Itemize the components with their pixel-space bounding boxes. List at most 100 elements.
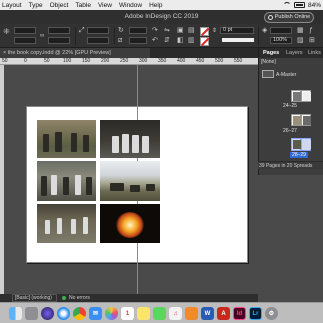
- word-icon[interactable]: W: [201, 307, 214, 320]
- scale-icon: ⤢: [79, 27, 85, 34]
- scale-x-field[interactable]: [87, 27, 109, 34]
- opacity-icon: ◈: [262, 27, 268, 34]
- horizontal-ruler[interactable]: 50 0 50 100 150 200 250 300 350 400 450 …: [0, 58, 258, 65]
- ruler-label: 150: [82, 58, 91, 64]
- siri-icon[interactable]: [41, 307, 54, 320]
- select-content-icon[interactable]: ◧: [177, 37, 184, 45]
- status-bar: [Basic] (working) No errors: [0, 294, 258, 302]
- photo-frame[interactable]: [37, 161, 96, 201]
- fx-icon[interactable]: ƒ: [309, 27, 313, 35]
- books-icon[interactable]: [185, 307, 198, 320]
- page-thumbnail-selected[interactable]: [291, 138, 301, 151]
- menu-table[interactable]: Table: [75, 2, 91, 9]
- mail-icon[interactable]: ✉: [89, 307, 102, 320]
- tab-links[interactable]: Links: [308, 50, 321, 56]
- select-next-icon[interactable]: ▥: [188, 37, 195, 45]
- publish-online-label: Publish Online: [274, 14, 311, 20]
- page-thumbnail[interactable]: [291, 90, 301, 102]
- ruler-label: 50: [44, 58, 50, 64]
- page-thumbnail-selected[interactable]: [301, 138, 311, 151]
- photo-figure: [132, 135, 139, 153]
- stroke-swatch[interactable]: [200, 37, 209, 46]
- notes-icon[interactable]: [137, 307, 150, 320]
- text-wrap-icon[interactable]: ▨: [297, 37, 304, 45]
- stroke-weight-field[interactable]: 0 pt: [220, 27, 254, 34]
- constrain-proportions-icon[interactable]: ∞: [40, 32, 44, 40]
- photo-figure: [55, 132, 62, 152]
- y-field[interactable]: [14, 37, 36, 44]
- menu-layout[interactable]: Layout: [2, 2, 22, 9]
- finder-icon[interactable]: [9, 307, 22, 320]
- photo-figure: [83, 135, 89, 152]
- frame-fitting-icon[interactable]: ⊞: [309, 37, 315, 45]
- separator: [75, 27, 76, 45]
- system-preferences-icon[interactable]: ⚙: [265, 307, 278, 320]
- page-thumbnail[interactable]: [301, 90, 311, 102]
- menu-type[interactable]: Type: [29, 2, 43, 9]
- select-previous-icon[interactable]: ▤: [188, 27, 195, 35]
- flip-horizontal-icon[interactable]: ⇋: [164, 27, 170, 35]
- stroke-weight-arrows-icon[interactable]: ⇕: [212, 27, 217, 35]
- photo-frame[interactable]: [100, 161, 160, 201]
- menu-object[interactable]: Object: [50, 2, 69, 9]
- menu-help[interactable]: Help: [149, 2, 162, 9]
- a-master-item[interactable]: A-Master: [276, 72, 296, 78]
- page-thumbnail[interactable]: [301, 114, 311, 126]
- height-field[interactable]: [48, 37, 70, 44]
- launchpad-icon[interactable]: [25, 307, 38, 320]
- document-tab[interactable]: × the book copy.indd @ 22% [GPU Preview]: [0, 48, 150, 58]
- none-master-item[interactable]: [None]: [261, 59, 276, 65]
- photo-frame[interactable]: [37, 204, 96, 243]
- width-field[interactable]: [48, 27, 70, 34]
- page-thumbnail[interactable]: [291, 114, 301, 126]
- rotate-90-ccw-icon[interactable]: ↶: [152, 37, 158, 45]
- rotate-90-cw-icon[interactable]: ↷: [152, 27, 158, 35]
- percent-field[interactable]: 100%: [270, 37, 292, 44]
- rotation-field[interactable]: [129, 27, 147, 34]
- photo-frame[interactable]: [37, 120, 96, 158]
- calendar-icon[interactable]: 1: [121, 307, 134, 320]
- spread-label-selected: 28–29: [290, 152, 308, 158]
- tab-layers[interactable]: Layers: [286, 50, 303, 56]
- spread-label: 24–25: [283, 103, 297, 109]
- music-icon[interactable]: ♫: [169, 307, 182, 320]
- document-tab-label: the book copy.indd @ 22% [GPU Preview]: [7, 50, 111, 56]
- lightroom-icon[interactable]: Lr: [249, 307, 262, 320]
- shear-field[interactable]: [129, 37, 147, 44]
- fill-swatch[interactable]: [200, 27, 209, 36]
- photo-figure: [71, 133, 77, 152]
- rotate-icon: ↻: [118, 27, 124, 34]
- ruler-label: 300: [139, 58, 148, 64]
- reference-point-icon[interactable]: ⁜: [3, 28, 10, 36]
- flip-vertical-icon[interactable]: ⇵: [164, 37, 170, 45]
- acrobat-icon[interactable]: A: [217, 307, 230, 320]
- photo-figure: [83, 217, 88, 234]
- photo-frame[interactable]: [100, 204, 160, 243]
- photo-figure: [110, 183, 124, 191]
- stroke-type-sample[interactable]: [222, 38, 254, 42]
- battery-icon[interactable]: [293, 2, 305, 8]
- messages-icon[interactable]: [153, 307, 166, 320]
- x-field[interactable]: [14, 27, 36, 34]
- master-page-icon[interactable]: [262, 70, 274, 78]
- tab-pages[interactable]: Pages: [263, 50, 279, 56]
- photo-frame[interactable]: [100, 120, 160, 158]
- preflight-status[interactable]: No errors: [69, 295, 90, 301]
- safari-icon[interactable]: [57, 307, 70, 320]
- menu-view[interactable]: View: [98, 2, 112, 9]
- select-container-icon[interactable]: ▣: [177, 27, 184, 35]
- wifi-icon[interactable]: [282, 2, 291, 8]
- chrome-icon[interactable]: [73, 307, 86, 320]
- scale-y-field[interactable]: [87, 37, 109, 44]
- photo-fire: [116, 212, 144, 238]
- indesign-icon[interactable]: Id: [233, 307, 246, 320]
- photos-icon[interactable]: [105, 307, 118, 320]
- document-tab-bar: × the book copy.indd @ 22% [GPU Preview]: [0, 48, 258, 58]
- menu-window[interactable]: Window: [119, 2, 142, 9]
- drop-shadow-icon[interactable]: ▦: [297, 27, 304, 35]
- opacity-field[interactable]: [270, 27, 292, 34]
- photo-figure: [112, 136, 119, 153]
- photo-figure: [146, 184, 155, 191]
- publish-online-button[interactable]: Publish Online: [264, 11, 314, 23]
- preflight-profile-select[interactable]: [Basic] (working): [12, 294, 57, 302]
